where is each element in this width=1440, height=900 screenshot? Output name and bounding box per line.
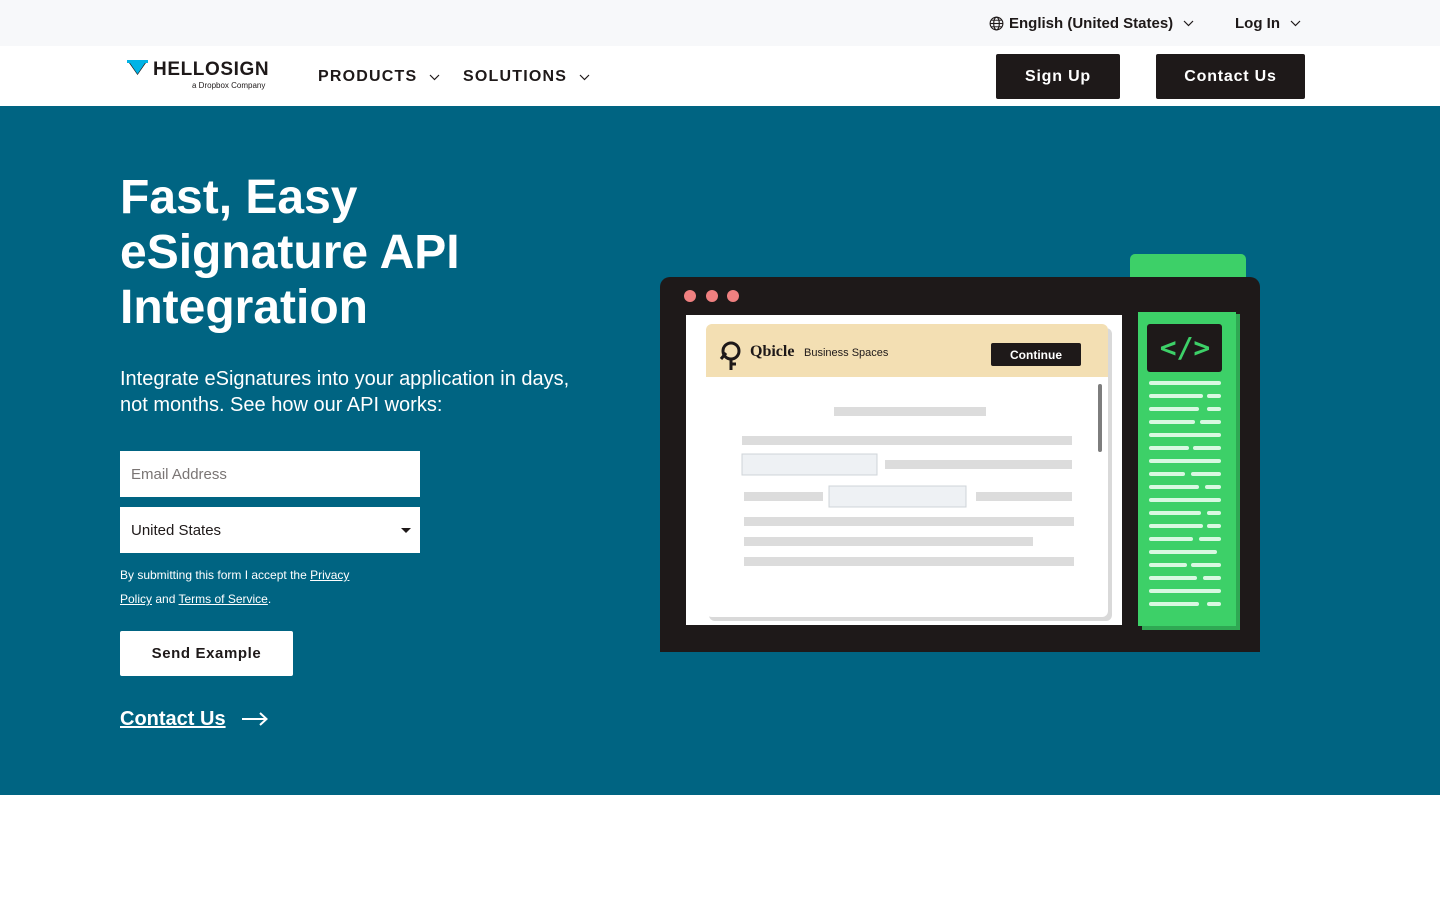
utility-bar: English (United States) Log In (0, 0, 1440, 46)
hero-section: Fast, Easy eSignature API Integration In… (0, 106, 1440, 795)
legal-and: and (152, 592, 179, 606)
continue-button-label: Continue (1010, 348, 1062, 362)
window-dot (684, 290, 696, 302)
hero-title: Fast, Easy eSignature API Integration (120, 171, 460, 334)
terms-of-service-link[interactable]: Terms of Service (179, 592, 268, 606)
arrow-right-icon (241, 712, 268, 726)
nav-products[interactable]: PRODUCTS (318, 67, 440, 87)
logo-subtitle: a Dropbox Company (192, 81, 266, 90)
qbicle-tagline: Business Spaces (804, 347, 889, 359)
chevron-down-icon (1290, 20, 1301, 26)
chevron-down-icon (1183, 20, 1194, 26)
chevron-down-icon (579, 74, 590, 80)
country-select[interactable]: United States (120, 507, 420, 553)
legal-suffix: . (267, 592, 272, 606)
main-nav: HELLOSIGN a Dropbox Company PRODUCTS SOL… (0, 46, 1440, 106)
nav-products-label: PRODUCTS (318, 68, 418, 85)
qbicle-brand: Qbicle (750, 343, 794, 360)
hellosign-logo-mark (127, 60, 148, 75)
caret-down-icon (401, 528, 411, 533)
hellosign-logo[interactable]: HELLOSIGN a Dropbox Company (127, 59, 270, 92)
country-select-value: United States (131, 521, 222, 539)
contact-us-button[interactable]: Contact Us (1156, 54, 1305, 99)
hero-subtitle: Integrate eSignatures into your applicat… (120, 368, 570, 416)
window-dot (706, 290, 718, 302)
email-field[interactable] (120, 451, 420, 497)
code-icon: </> (1160, 331, 1211, 364)
contact-us-link[interactable]: Contact Us (120, 706, 268, 732)
api-illustration: Qbicle Business Spaces Continue </> (660, 254, 1260, 652)
chevron-down-icon (429, 74, 440, 80)
language-selector[interactable]: English (United States) (989, 13, 1194, 33)
contact-us-link-label: Contact Us (120, 707, 226, 730)
sign-up-button[interactable]: Sign Up (996, 54, 1120, 99)
nav-solutions[interactable]: SOLUTIONS (463, 67, 590, 87)
nav-solutions-label: SOLUTIONS (463, 68, 568, 85)
legal-prefix: By submitting this form I accept the (120, 568, 311, 582)
send-example-button[interactable]: Send Example (120, 631, 293, 676)
globe-icon (989, 16, 1004, 30)
logo-wordmark: HELLOSIGN (153, 59, 270, 80)
language-label: English (United States) (1009, 14, 1174, 32)
login-menu[interactable]: Log In (1235, 13, 1301, 33)
login-label: Log In (1235, 14, 1280, 32)
legal-text: By submitting this form I accept the Pri… (120, 563, 380, 611)
window-dot (727, 290, 739, 302)
